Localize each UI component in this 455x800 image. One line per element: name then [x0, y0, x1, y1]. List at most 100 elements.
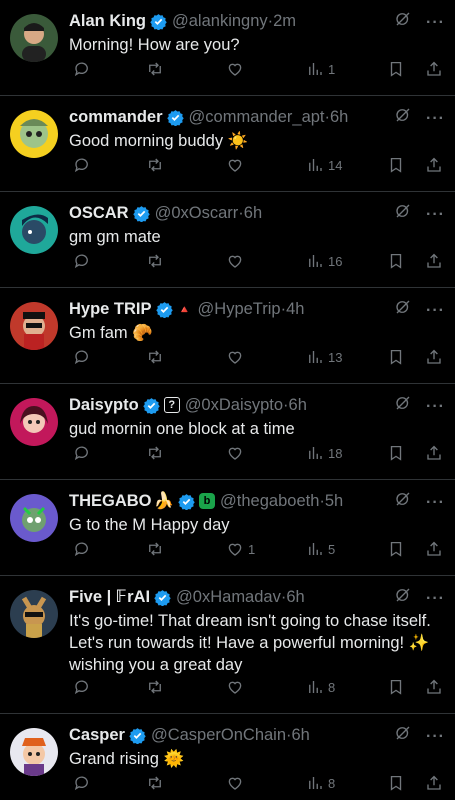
user-handle[interactable]: @0xHamadav·6h — [176, 588, 305, 607]
like-button[interactable] — [222, 156, 244, 174]
views-button[interactable]: 5 — [302, 540, 335, 558]
more-icon[interactable]: ··· — [426, 396, 445, 418]
views-button[interactable]: 16 — [302, 252, 342, 270]
reply-button[interactable] — [69, 444, 91, 462]
more-icon[interactable]: ··· — [426, 204, 445, 226]
retweet-button[interactable] — [142, 678, 164, 696]
grok-icon[interactable] — [394, 106, 412, 131]
like-button[interactable] — [222, 60, 244, 78]
bookmark-button[interactable] — [383, 444, 405, 462]
bookmark-button[interactable] — [383, 774, 405, 792]
share-button[interactable] — [421, 540, 443, 558]
avatar[interactable] — [10, 14, 58, 62]
views-button[interactable]: 14 — [302, 156, 342, 174]
display-name[interactable]: Hype TRIP — [69, 300, 152, 319]
like-button[interactable] — [222, 774, 244, 792]
like-button[interactable] — [222, 444, 244, 462]
avatar[interactable] — [10, 494, 58, 542]
user-handle[interactable]: @commander_apt·6h — [189, 108, 349, 127]
share-button[interactable] — [421, 444, 443, 462]
user-handle[interactable]: @0xOscarr·6h — [155, 204, 263, 223]
verified-badge-icon — [178, 493, 195, 510]
more-icon[interactable]: ··· — [426, 726, 445, 748]
grok-icon[interactable] — [394, 586, 412, 611]
like-button[interactable]: 1 — [222, 540, 255, 558]
tweet[interactable]: OSCAR @0xOscarr·6h ··· gm gm mate 16 — [0, 192, 455, 288]
display-name[interactable]: commander — [69, 108, 163, 127]
retweet-button[interactable] — [142, 444, 164, 462]
grok-icon[interactable] — [394, 298, 412, 323]
share-button[interactable] — [421, 252, 443, 270]
retweet-button[interactable] — [142, 540, 164, 558]
retweet-button[interactable] — [142, 60, 164, 78]
bookmark-button[interactable] — [383, 156, 405, 174]
share-button[interactable] — [421, 348, 443, 366]
more-icon[interactable]: ··· — [426, 588, 445, 610]
grok-icon[interactable] — [394, 10, 412, 35]
retweet-button[interactable] — [142, 774, 164, 792]
tweet[interactable]: Five | 𝔽rAI @0xHamadav·6h ··· It's go-time!… — [0, 576, 455, 714]
display-name[interactable]: Alan King — [69, 12, 146, 31]
bookmark-button[interactable] — [383, 678, 405, 696]
reply-button[interactable] — [69, 60, 91, 78]
reply-button[interactable] — [69, 252, 91, 270]
reply-icon — [73, 348, 91, 366]
more-icon[interactable]: ··· — [426, 492, 445, 514]
user-handle[interactable]: @alankingny·2m — [172, 12, 296, 31]
grok-icon[interactable] — [394, 724, 412, 749]
retweet-button[interactable] — [142, 252, 164, 270]
display-name[interactable]: Five | 𝔽rAI — [69, 587, 150, 607]
avatar[interactable] — [10, 590, 58, 638]
display-name[interactable]: Daisypto — [69, 396, 139, 415]
grok-icon[interactable] — [394, 490, 412, 515]
reply-icon — [73, 252, 91, 270]
display-name[interactable]: THEGABO — [69, 492, 152, 511]
views-button[interactable]: 8 — [302, 774, 335, 792]
tweet[interactable]: commander @commander_apt·6h ··· Good mornin… — [0, 96, 455, 192]
more-icon[interactable]: ··· — [426, 300, 445, 322]
share-button[interactable] — [421, 678, 443, 696]
retweet-button[interactable] — [142, 348, 164, 366]
views-button[interactable]: 18 — [302, 444, 342, 462]
views-button[interactable]: 8 — [302, 678, 335, 696]
grok-icon[interactable] — [394, 394, 412, 419]
avatar[interactable] — [10, 302, 58, 350]
reply-button[interactable] — [69, 540, 91, 558]
reply-button[interactable] — [69, 348, 91, 366]
avatar[interactable] — [10, 206, 58, 254]
more-icon[interactable]: ··· — [426, 108, 445, 130]
like-button[interactable] — [222, 252, 244, 270]
share-button[interactable] — [421, 774, 443, 792]
grok-icon[interactable] — [394, 202, 412, 227]
bookmark-button[interactable] — [383, 252, 405, 270]
tweet[interactable]: Daisypto? @0xDaisypto·6h ··· gud mornin one… — [0, 384, 455, 480]
reply-button[interactable] — [69, 156, 91, 174]
reply-button[interactable] — [69, 678, 91, 696]
bookmark-button[interactable] — [383, 348, 405, 366]
tweet[interactable]: Hype TRIP 🔺 @HypeTrip·4h ··· Gm fam 🥐 13 — [0, 288, 455, 384]
user-handle[interactable]: @CasperOnChain·6h — [151, 726, 310, 745]
tweet[interactable]: Casper @CasperOnChain·6h ··· Grand rising 🌞… — [0, 714, 455, 800]
display-name[interactable]: Casper — [69, 726, 125, 745]
share-button[interactable] — [421, 60, 443, 78]
views-button[interactable]: 1 — [302, 60, 335, 78]
tweet[interactable]: THEGABO 🍌 b @thegaboeth·5h ··· G to the M Hap… — [0, 480, 455, 576]
user-handle[interactable]: @thegaboeth·5h — [220, 492, 343, 511]
more-icon[interactable]: ··· — [426, 12, 445, 34]
bookmark-button[interactable] — [383, 540, 405, 558]
tweet-header-controls: ··· — [394, 202, 445, 227]
tweet[interactable]: Alan King @alankingny·2m ··· Morning! How a… — [0, 0, 455, 96]
avatar[interactable] — [10, 398, 58, 446]
retweet-button[interactable] — [142, 156, 164, 174]
display-name[interactable]: OSCAR — [69, 204, 129, 223]
user-handle[interactable]: @HypeTrip·4h — [198, 300, 305, 319]
bookmark-button[interactable] — [383, 60, 405, 78]
views-button[interactable]: 13 — [302, 348, 342, 366]
reply-button[interactable] — [69, 774, 91, 792]
avatar[interactable] — [10, 728, 58, 776]
avatar[interactable] — [10, 110, 58, 158]
like-button[interactable] — [222, 678, 244, 696]
user-handle[interactable]: @0xDaisypto·6h — [185, 396, 307, 415]
like-button[interactable] — [222, 348, 244, 366]
share-button[interactable] — [421, 156, 443, 174]
